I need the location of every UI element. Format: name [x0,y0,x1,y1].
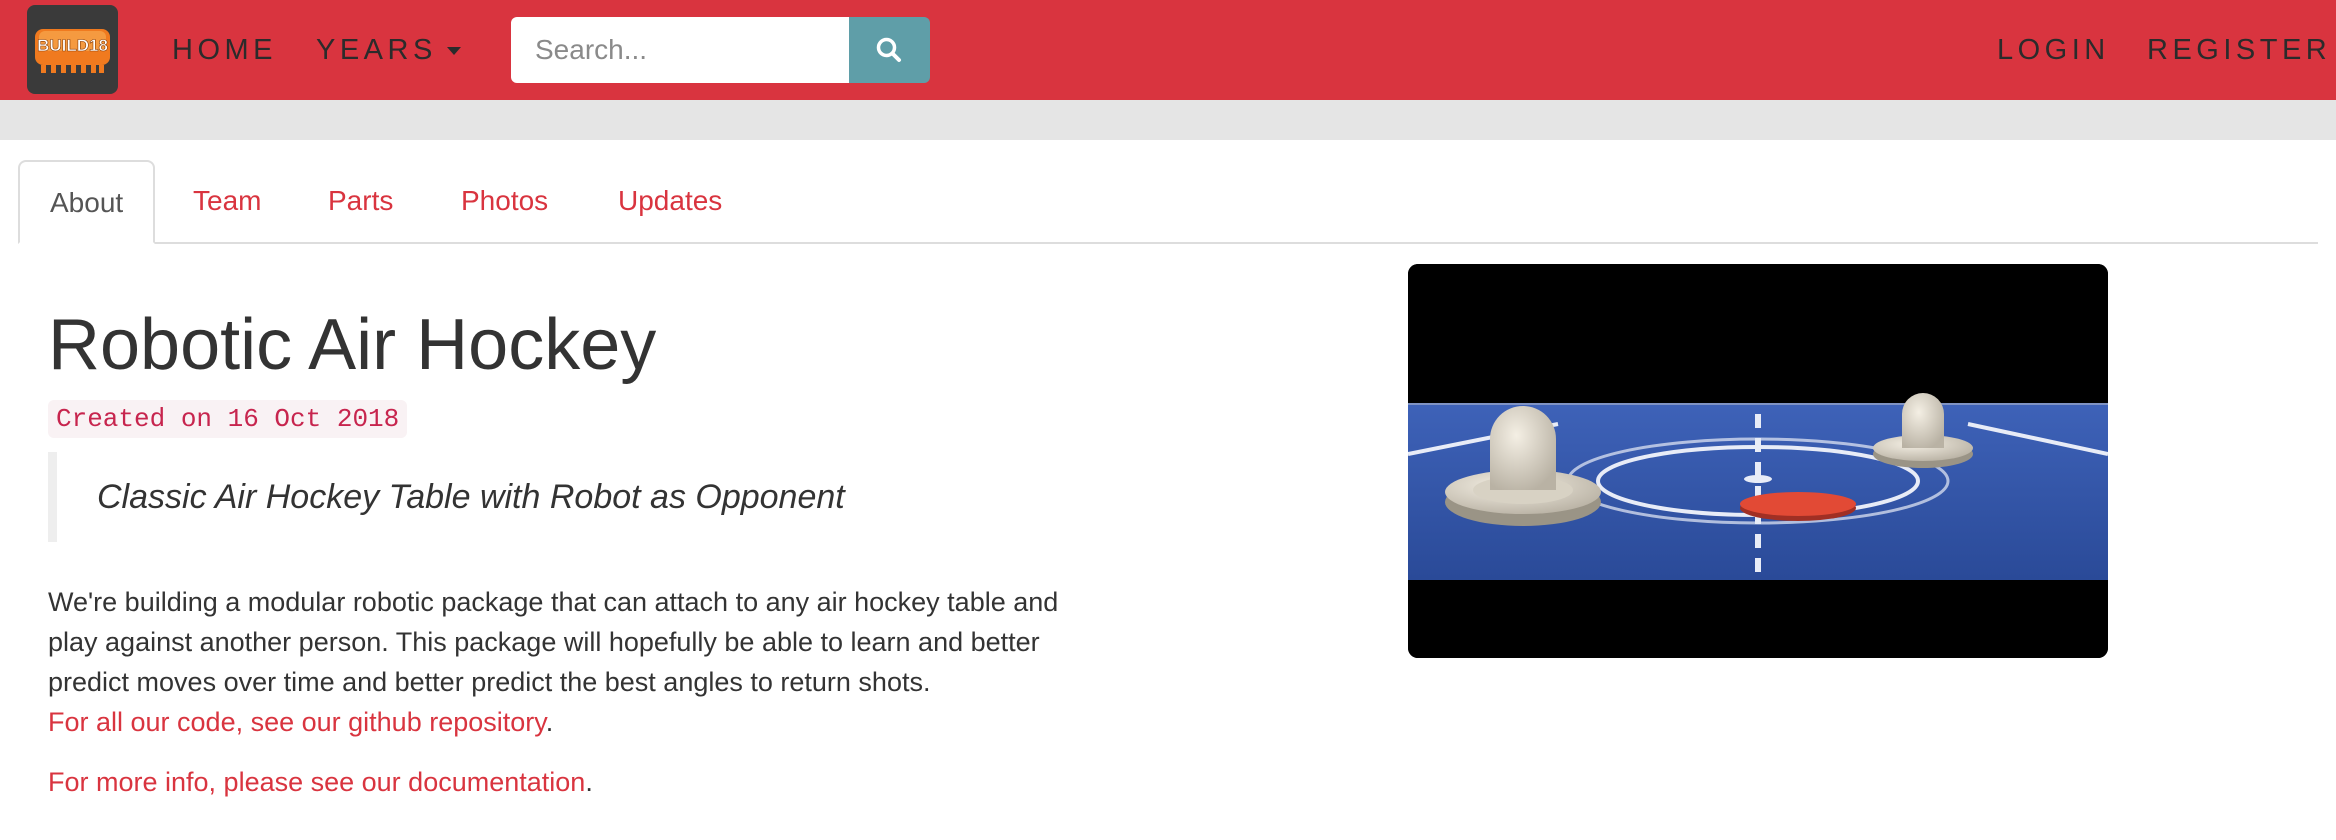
nav-login[interactable]: LOGIN [1997,30,2110,70]
search-button[interactable] [849,17,930,83]
description-text: We're building a modular robotic package… [48,587,1059,697]
project-description: We're building a modular robotic package… [48,582,1108,742]
page-title: Robotic Air Hockey [48,305,657,385]
search-icon [876,37,901,62]
nav-years-label: YEARS [316,34,437,66]
caret-down-icon [446,47,461,56]
project-tabs: About Team Parts Photos Updates [18,160,2318,244]
github-repository-link[interactable]: For all our code, see our github reposit… [48,707,546,737]
documentation-paragraph: For more info, please see our documentat… [48,762,593,802]
tab-photos[interactable]: Photos [461,160,548,242]
period: . [545,707,554,737]
created-date: Created on 16 Oct 2018 [48,400,408,438]
search-input[interactable] [511,17,849,83]
logo-icon: BUILD18 [35,29,110,73]
project-video[interactable] [1408,264,2108,658]
project-tagline: Classic Air Hockey Table with Robot as O… [48,452,948,542]
air-hockey-table-image [1408,264,2108,658]
header-divider-band [0,100,2336,140]
nav-years-dropdown[interactable]: YEARS [316,30,461,70]
tab-team[interactable]: Team [193,160,261,242]
nav-register[interactable]: REGISTER [2147,30,2331,70]
tab-about[interactable]: About [18,160,156,244]
navbar: BUILD18 HOME YEARS LOGIN REGISTER [0,0,2336,100]
build18-logo[interactable]: BUILD18 [27,5,118,94]
period: . [585,767,593,797]
logo-text: BUILD18 [37,36,108,55]
documentation-link[interactable]: For more info, please see our documentat… [48,767,585,797]
nav-home[interactable]: HOME [172,30,277,70]
tab-parts[interactable]: Parts [328,160,393,242]
tab-updates[interactable]: Updates [618,160,722,242]
